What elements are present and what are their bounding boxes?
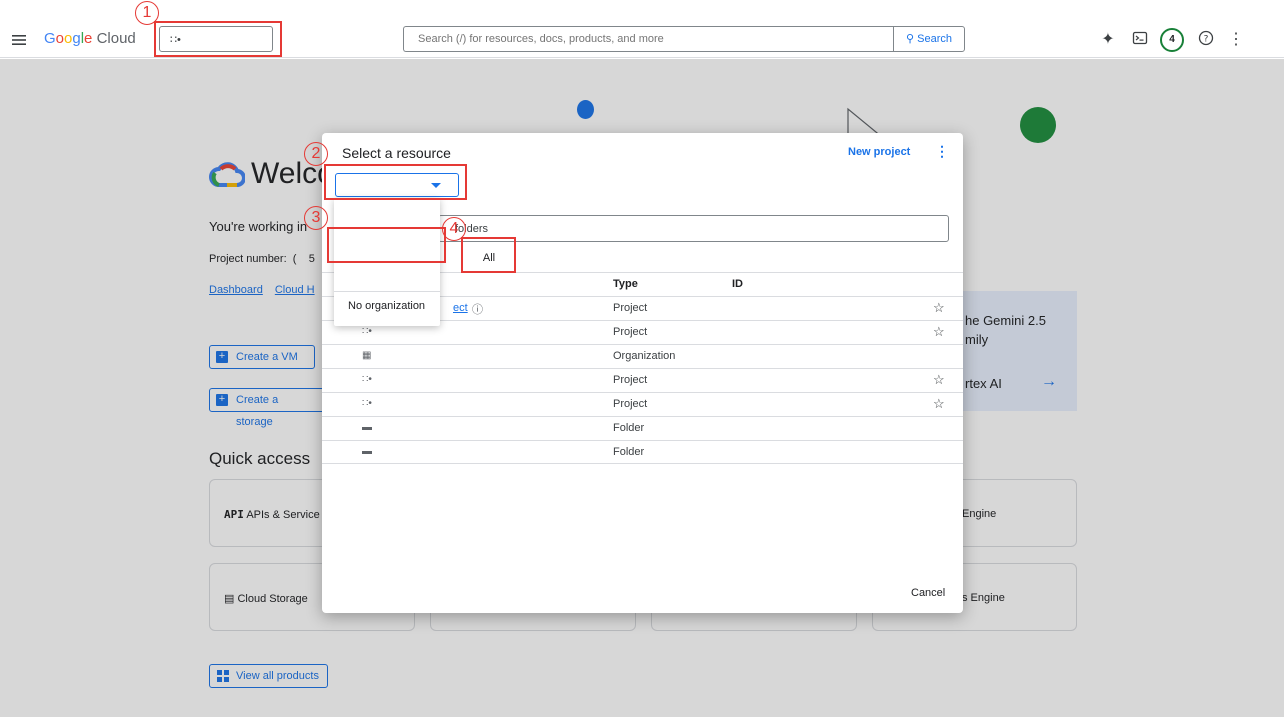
search-icon: ⚲ bbox=[906, 33, 915, 45]
column-header-id: ID bbox=[732, 278, 743, 290]
gemini-spark-icon[interactable]: ✦ bbox=[1098, 30, 1118, 50]
star-icon[interactable]: ☆ bbox=[933, 300, 945, 316]
annotation-number-4: 4 bbox=[442, 217, 466, 241]
table-row[interactable]: ▦ Organization bbox=[322, 344, 963, 368]
folder-icon: ▬ bbox=[362, 446, 372, 457]
project-icon: ∷• bbox=[362, 326, 372, 337]
notifications-badge[interactable]: 4 bbox=[1160, 28, 1184, 52]
menu-icon[interactable] bbox=[10, 31, 28, 49]
annotation-box-1 bbox=[154, 21, 282, 57]
table-row[interactable]: ▬ Folder bbox=[322, 416, 963, 440]
annotation-box-2 bbox=[324, 164, 467, 200]
organization-icon: ▦ bbox=[362, 350, 372, 361]
column-header-type: Type bbox=[613, 278, 638, 290]
annotation-number-3: 3 bbox=[304, 206, 328, 230]
search-input[interactable] bbox=[404, 27, 893, 51]
table-row[interactable]: ∷• Project ☆ bbox=[322, 392, 963, 416]
star-icon[interactable]: ☆ bbox=[933, 372, 945, 388]
cloud-shell-icon[interactable] bbox=[1130, 30, 1150, 50]
annotation-box-4 bbox=[461, 237, 516, 273]
svg-text:?: ? bbox=[1204, 35, 1209, 45]
org-option-1[interactable] bbox=[334, 204, 440, 228]
project-icon: ∷• bbox=[362, 398, 372, 409]
resource-name-link[interactable]: ect bbox=[453, 302, 468, 314]
google-cloud-logo[interactable]: Google Cloud bbox=[44, 30, 136, 47]
search-button[interactable]: ⚲ Search bbox=[893, 26, 965, 52]
annotation-box-3 bbox=[327, 227, 446, 263]
org-option-3[interactable] bbox=[334, 260, 440, 284]
cancel-button[interactable]: Cancel bbox=[911, 587, 945, 599]
star-icon[interactable]: ☆ bbox=[933, 396, 945, 412]
dialog-title: Select a resource bbox=[342, 145, 451, 161]
search-box[interactable] bbox=[403, 26, 893, 52]
project-icon: ∷• bbox=[362, 374, 372, 385]
menu-divider bbox=[334, 291, 440, 292]
annotation-number-2: 2 bbox=[304, 142, 328, 166]
table-row[interactable]: ∷• Project ☆ bbox=[322, 368, 963, 392]
more-vert-icon[interactable]: ⋮ bbox=[935, 143, 949, 160]
help-icon[interactable]: ? bbox=[1196, 30, 1216, 50]
star-icon[interactable]: ☆ bbox=[933, 324, 945, 340]
folder-icon: ▬ bbox=[362, 422, 372, 433]
no-organization-option[interactable]: No organization bbox=[348, 300, 425, 312]
table-row[interactable]: ▬ Folder bbox=[322, 440, 963, 464]
new-project-button[interactable]: New project bbox=[848, 146, 910, 158]
annotation-number-1: 1 bbox=[135, 1, 159, 25]
more-vert-icon[interactable]: ⋮ bbox=[1226, 30, 1246, 50]
help-icon[interactable]: ⓘ bbox=[472, 301, 483, 317]
